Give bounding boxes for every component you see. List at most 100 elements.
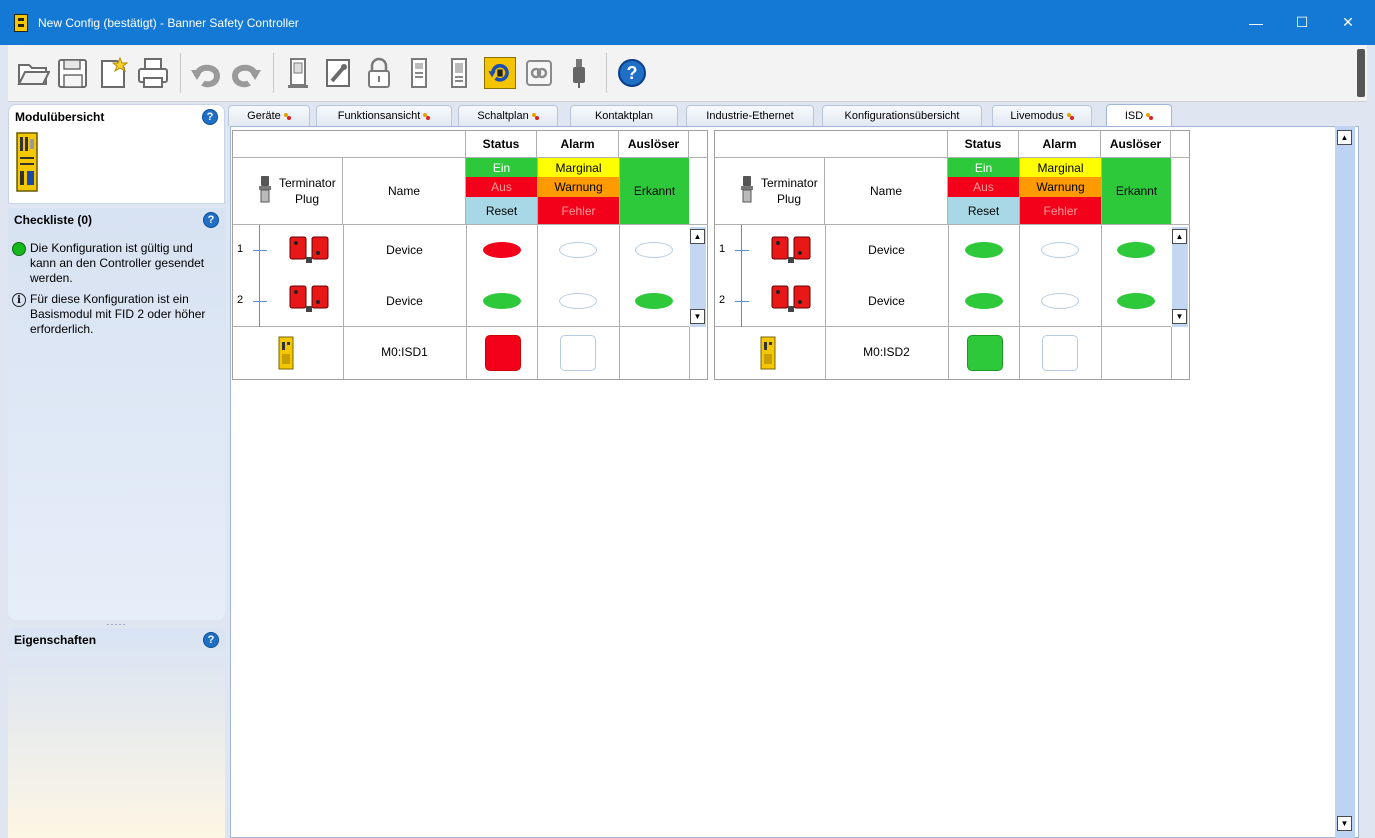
table-row[interactable]: 2 Device xyxy=(715,276,1171,327)
open-folder-icon[interactable] xyxy=(14,54,52,92)
scroll-down-icon[interactable]: ▼ xyxy=(690,309,705,324)
alarm-header: Alarm xyxy=(537,131,619,158)
module-name: M0:ISD2 xyxy=(863,345,910,359)
toolbar: ? xyxy=(8,45,1367,102)
header-spacer xyxy=(233,131,466,158)
trigger-indicator xyxy=(635,242,673,258)
tab-industrie-ethernet[interactable]: Industrie-Ethernet xyxy=(686,105,814,126)
close-button[interactable]: ✕ xyxy=(1325,0,1371,45)
legend-detected: Erkannt xyxy=(1101,158,1171,225)
safety-switch-device-icon xyxy=(771,236,811,263)
device-name: Device xyxy=(386,243,423,257)
module-overview-header: Modulübersicht ? xyxy=(9,105,224,129)
tab-funktionsansicht[interactable]: Funktionsansicht xyxy=(316,105,452,126)
print-icon[interactable] xyxy=(134,54,172,92)
checklist-header: Checkliste (0) ? xyxy=(8,208,225,232)
controller-module-icon xyxy=(16,132,38,192)
scroll-up-icon[interactable]: ▲ xyxy=(690,229,705,244)
legend-error: Fehler xyxy=(537,197,619,225)
scroll-down-icon[interactable]: ▼ xyxy=(1172,309,1187,324)
terminator-plug-icon xyxy=(741,176,753,203)
toolbar-scrollbar[interactable] xyxy=(1357,49,1365,97)
row-number: 2 xyxy=(237,294,244,306)
terminator-plug-header: Terminator Plug xyxy=(715,158,825,225)
tab-geraete[interactable]: Geräte xyxy=(228,105,310,126)
module-status-indicator xyxy=(485,335,521,371)
row-number: 2 xyxy=(719,294,726,306)
checklist-help-icon[interactable]: ? xyxy=(203,212,219,228)
link-icon[interactable] xyxy=(520,54,558,92)
save-icon[interactable] xyxy=(54,54,92,92)
checklist-title: Checkliste (0) xyxy=(14,213,93,227)
tab-isd[interactable]: ISD xyxy=(1106,104,1172,127)
tab-livemodus[interactable]: Livemodus xyxy=(992,105,1092,126)
legend-error: Fehler xyxy=(1019,197,1101,225)
svg-text:?: ? xyxy=(627,63,638,83)
legend-warning: Warnung xyxy=(537,177,619,197)
maximize-button[interactable]: ☐ xyxy=(1279,0,1325,45)
module-overview-help-icon[interactable]: ? xyxy=(202,109,218,125)
trigger-indicator xyxy=(1117,242,1155,258)
scroll-up-icon[interactable]: ▲ xyxy=(1172,229,1187,244)
minimize-button[interactable]: — xyxy=(1233,0,1279,45)
refresh-icon[interactable] xyxy=(484,57,516,89)
module-thumbnail[interactable] xyxy=(9,129,224,198)
warning-mark-icon xyxy=(423,112,431,120)
scroll-down-icon[interactable]: ▼ xyxy=(1337,816,1352,831)
properties-help-icon[interactable]: ? xyxy=(203,632,219,648)
legend-off: Aus xyxy=(466,177,537,197)
warning-mark-icon xyxy=(531,112,539,120)
controller-icon[interactable] xyxy=(280,54,318,92)
plug-icon[interactable] xyxy=(560,54,598,92)
content-scrollbar[interactable]: ▲ ▼ xyxy=(1335,126,1355,838)
legend-on: Ein xyxy=(948,158,1019,177)
table-row[interactable]: 2 Device xyxy=(233,276,689,327)
trigger-header: Auslöser xyxy=(619,131,689,158)
warning-mark-icon xyxy=(1146,112,1154,120)
left-panel: Modulübersicht ? Checkliste (0) ? Die Ko… xyxy=(8,104,225,838)
warning-mark-icon xyxy=(283,112,291,120)
undo-icon[interactable] xyxy=(187,54,225,92)
checklist-item-text: Für diese Konfiguration ist ein Basismod… xyxy=(30,292,206,336)
module-row[interactable]: M0:ISD2 xyxy=(715,327,1190,379)
redo-icon[interactable] xyxy=(227,54,265,92)
module-icon[interactable] xyxy=(400,54,438,92)
toolbar-separator xyxy=(180,53,181,93)
terminator-plug-header: Terminator Plug xyxy=(233,158,343,225)
table-row[interactable]: 1 Device xyxy=(715,225,1171,276)
scroll-up-icon[interactable]: ▲ xyxy=(1337,130,1352,145)
tab-bar: Geräte Funktionsansicht Schaltplan Konta… xyxy=(228,104,1358,127)
device-name: Device xyxy=(386,294,423,308)
toolbar-separator xyxy=(606,53,607,93)
module-name: M0:ISD1 xyxy=(381,345,428,359)
tab-kontaktplan[interactable]: Kontaktplan xyxy=(570,105,678,126)
valid-dot-icon xyxy=(12,242,26,256)
device-list-scrollbar[interactable]: ▲ ▼ xyxy=(690,227,706,327)
device-list-scrollbar[interactable]: ▲ ▼ xyxy=(1172,227,1188,327)
name-header: Name xyxy=(825,158,948,225)
status-indicator xyxy=(965,293,1003,309)
window-title: New Config (bestätigt) - Banner Safety C… xyxy=(38,15,299,30)
lock-icon[interactable] xyxy=(360,54,398,92)
device-rows: 1 Device 2 Device xyxy=(715,225,1171,327)
module-2-icon[interactable] xyxy=(440,54,478,92)
safety-switch-device-icon xyxy=(771,285,811,312)
new-icon[interactable] xyxy=(94,54,132,92)
module-overview-title: Modulübersicht xyxy=(15,110,105,124)
tab-konfigurationsuebersicht[interactable]: Konfigurationsübersicht xyxy=(822,105,982,126)
legend-reset: Reset xyxy=(466,197,537,225)
help-icon[interactable]: ? xyxy=(613,54,651,92)
terminator-plug-icon xyxy=(259,176,271,203)
info-icon: i xyxy=(12,293,26,307)
edit-icon[interactable] xyxy=(320,54,358,92)
module-row[interactable]: M0:ISD1 xyxy=(233,327,708,379)
legend-off: Aus xyxy=(948,177,1019,197)
safety-switch-device-icon xyxy=(289,285,329,312)
checklist-item: i Für diese Konfiguration ist ein Basism… xyxy=(8,289,225,340)
module-status-indicator xyxy=(967,335,1003,371)
status-indicator xyxy=(965,242,1003,258)
device-name: Device xyxy=(868,243,905,257)
device-name: Device xyxy=(868,294,905,308)
tab-schaltplan[interactable]: Schaltplan xyxy=(458,105,558,126)
table-row[interactable]: 1 Device xyxy=(233,225,689,276)
